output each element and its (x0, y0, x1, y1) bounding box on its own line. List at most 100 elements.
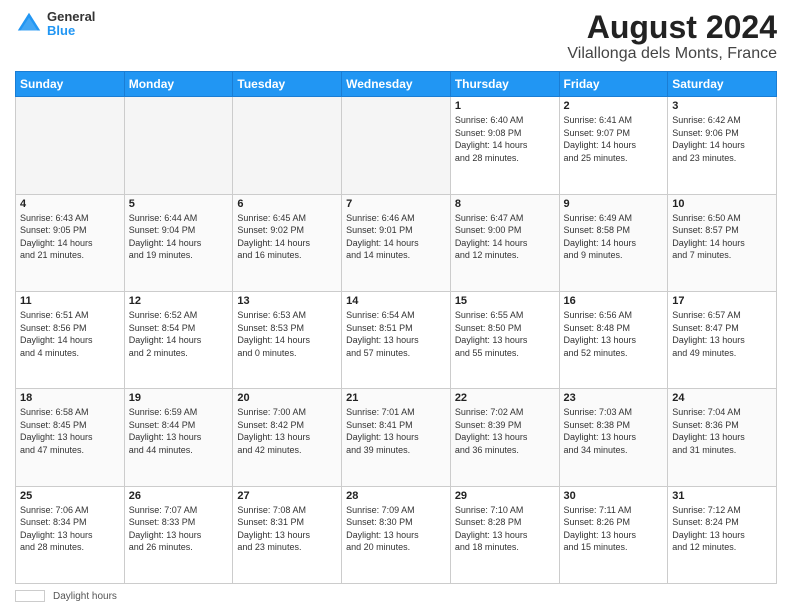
calendar-cell: 13 Sunrise: 6:53 AM Sunset: 8:53 PM Dayli… (233, 291, 342, 388)
day-header-friday: Friday (559, 72, 668, 97)
logo-icon (15, 10, 43, 38)
calendar-cell: 17Sunrise: 6:57 AM Sunset: 8:47 PM Dayli… (668, 291, 777, 388)
day-info: Sunrise: 7:12 AM Sunset: 8:24 PM Dayligh… (672, 504, 772, 554)
calendar-subtitle: Vilallonga dels Monts, France (567, 45, 777, 63)
calendar-cell: 25 Sunrise: 7:06 AM Sunset: 8:34 PM Dayli… (16, 486, 125, 583)
calendar-title: August 2024 (567, 10, 777, 45)
logo-line1: General (47, 10, 95, 24)
day-info: Sunrise: 7:11 AM Sunset: 8:26 PM Dayligh… (564, 504, 664, 554)
day-info: Sunrise: 6:50 AM Sunset: 8:57 PM Dayligh… (672, 212, 772, 262)
day-number: 29 (455, 490, 555, 502)
day-number: 27 (237, 490, 337, 502)
calendar-cell: 10Sunrise: 6:50 AM Sunset: 8:57 PM Dayli… (668, 194, 777, 291)
day-number: 7 (346, 198, 446, 210)
calendar-cell: 5 Sunrise: 6:44 AM Sunset: 9:04 PM Daylig… (124, 194, 233, 291)
calendar-cell: 1 Sunrise: 6:40 AM Sunset: 9:08 PM Daylig… (450, 97, 559, 194)
day-info: Sunrise: 6:55 AM Sunset: 8:50 PM Dayligh… (455, 309, 555, 359)
day-info: Sunrise: 7:09 AM Sunset: 8:30 PM Dayligh… (346, 504, 446, 554)
week-row-1: 1 Sunrise: 6:40 AM Sunset: 9:08 PM Daylig… (16, 97, 777, 194)
day-info: Sunrise: 6:59 AM Sunset: 8:44 PM Dayligh… (129, 406, 229, 456)
calendar-cell: 24Sunrise: 7:04 AM Sunset: 8:36 PM Dayli… (668, 389, 777, 486)
calendar-cell: 20Sunrise: 7:00 AM Sunset: 8:42 PM Dayli… (233, 389, 342, 486)
day-number: 14 (346, 295, 446, 307)
logo-text: General Blue (47, 10, 95, 39)
day-info: Sunrise: 6:41 AM Sunset: 9:07 PM Dayligh… (564, 114, 664, 164)
calendar-cell (233, 97, 342, 194)
calendar-cell: 30Sunrise: 7:11 AM Sunset: 8:26 PM Dayli… (559, 486, 668, 583)
calendar-cell: 7 Sunrise: 6:46 AM Sunset: 9:01 PM Daylig… (342, 194, 451, 291)
week-row-3: 11Sunrise: 6:51 AM Sunset: 8:56 PM Dayli… (16, 291, 777, 388)
calendar-cell: 22 Sunrise: 7:02 AM Sunset: 8:39 PM Dayli… (450, 389, 559, 486)
calendar-cell: 31 Sunrise: 7:12 AM Sunset: 8:24 PM Dayli… (668, 486, 777, 583)
calendar-cell: 3Sunrise: 6:42 AM Sunset: 9:06 PM Daylig… (668, 97, 777, 194)
day-info: Sunrise: 6:52 AM Sunset: 8:54 PM Dayligh… (129, 309, 229, 359)
day-info: Sunrise: 7:02 AM Sunset: 8:39 PM Dayligh… (455, 406, 555, 456)
page: General Blue August 2024 Vilallonga dels… (0, 0, 792, 612)
day-info: Sunrise: 6:43 AM Sunset: 9:05 PM Dayligh… (20, 212, 120, 262)
day-number: 1 (455, 100, 555, 112)
week-row-2: 4Sunrise: 6:43 AM Sunset: 9:05 PM Daylig… (16, 194, 777, 291)
calendar-cell: 15 Sunrise: 6:55 AM Sunset: 8:50 PM Dayli… (450, 291, 559, 388)
day-number: 26 (129, 490, 229, 502)
calendar-cell (124, 97, 233, 194)
day-info: Sunrise: 6:47 AM Sunset: 9:00 PM Dayligh… (455, 212, 555, 262)
week-row-5: 25 Sunrise: 7:06 AM Sunset: 8:34 PM Dayli… (16, 486, 777, 583)
day-info: Sunrise: 6:57 AM Sunset: 8:47 PM Dayligh… (672, 309, 772, 359)
day-number: 2 (564, 100, 664, 112)
day-info: Sunrise: 6:49 AM Sunset: 8:58 PM Dayligh… (564, 212, 664, 262)
day-number: 18 (20, 392, 120, 404)
day-info: Sunrise: 6:53 AM Sunset: 8:53 PM Dayligh… (237, 309, 337, 359)
day-number: 22 (455, 392, 555, 404)
logo-line2: Blue (47, 24, 95, 38)
day-number: 5 (129, 198, 229, 210)
calendar-cell: 12 Sunrise: 6:52 AM Sunset: 8:54 PM Dayli… (124, 291, 233, 388)
day-number: 11 (20, 295, 120, 307)
day-number: 12 (129, 295, 229, 307)
calendar-cell: 28 Sunrise: 7:09 AM Sunset: 8:30 PM Dayli… (342, 486, 451, 583)
calendar-cell: 19Sunrise: 6:59 AM Sunset: 8:44 PM Dayli… (124, 389, 233, 486)
logo: General Blue (15, 10, 95, 39)
calendar-cell: 14 Sunrise: 6:54 AM Sunset: 8:51 PM Dayli… (342, 291, 451, 388)
day-info: Sunrise: 7:10 AM Sunset: 8:28 PM Dayligh… (455, 504, 555, 554)
day-header-monday: Monday (124, 72, 233, 97)
day-info: Sunrise: 7:01 AM Sunset: 8:41 PM Dayligh… (346, 406, 446, 456)
calendar-cell: 16Sunrise: 6:56 AM Sunset: 8:48 PM Dayli… (559, 291, 668, 388)
day-number: 25 (20, 490, 120, 502)
day-header-thursday: Thursday (450, 72, 559, 97)
day-info: Sunrise: 6:40 AM Sunset: 9:08 PM Dayligh… (455, 114, 555, 164)
day-info: Sunrise: 7:07 AM Sunset: 8:33 PM Dayligh… (129, 504, 229, 554)
calendar-cell: 8 Sunrise: 6:47 AM Sunset: 9:00 PM Daylig… (450, 194, 559, 291)
header: General Blue August 2024 Vilallonga dels… (15, 10, 777, 63)
day-number: 28 (346, 490, 446, 502)
day-number: 3 (672, 100, 772, 112)
day-header-wednesday: Wednesday (342, 72, 451, 97)
day-info: Sunrise: 6:58 AM Sunset: 8:45 PM Dayligh… (20, 406, 120, 456)
day-header-sunday: Sunday (16, 72, 125, 97)
day-number: 24 (672, 392, 772, 404)
week-row-4: 18 Sunrise: 6:58 AM Sunset: 8:45 PM Dayli… (16, 389, 777, 486)
calendar-header: SundayMondayTuesdayWednesdayThursdayFrid… (16, 72, 777, 97)
day-number: 13 (237, 295, 337, 307)
calendar-table: SundayMondayTuesdayWednesdayThursdayFrid… (15, 71, 777, 584)
day-info: Sunrise: 6:54 AM Sunset: 8:51 PM Dayligh… (346, 309, 446, 359)
day-number: 31 (672, 490, 772, 502)
title-block: August 2024 Vilallonga dels Monts, Franc… (567, 10, 777, 63)
day-number: 8 (455, 198, 555, 210)
calendar-cell: 6Sunrise: 6:45 AM Sunset: 9:02 PM Daylig… (233, 194, 342, 291)
calendar-cell: 2 Sunrise: 6:41 AM Sunset: 9:07 PM Daylig… (559, 97, 668, 194)
day-number: 9 (564, 198, 664, 210)
calendar-body: 1 Sunrise: 6:40 AM Sunset: 9:08 PM Daylig… (16, 97, 777, 584)
day-info: Sunrise: 6:44 AM Sunset: 9:04 PM Dayligh… (129, 212, 229, 262)
calendar-cell: 21Sunrise: 7:01 AM Sunset: 8:41 PM Dayli… (342, 389, 451, 486)
calendar-cell: 9 Sunrise: 6:49 AM Sunset: 8:58 PM Daylig… (559, 194, 668, 291)
day-number: 23 (564, 392, 664, 404)
days-row: SundayMondayTuesdayWednesdayThursdayFrid… (16, 72, 777, 97)
day-info: Sunrise: 7:00 AM Sunset: 8:42 PM Dayligh… (237, 406, 337, 456)
day-info: Sunrise: 6:46 AM Sunset: 9:01 PM Dayligh… (346, 212, 446, 262)
calendar-cell (342, 97, 451, 194)
calendar-cell (16, 97, 125, 194)
day-number: 16 (564, 295, 664, 307)
calendar-cell: 23Sunrise: 7:03 AM Sunset: 8:38 PM Dayli… (559, 389, 668, 486)
day-info: Sunrise: 7:06 AM Sunset: 8:34 PM Dayligh… (20, 504, 120, 554)
day-number: 15 (455, 295, 555, 307)
